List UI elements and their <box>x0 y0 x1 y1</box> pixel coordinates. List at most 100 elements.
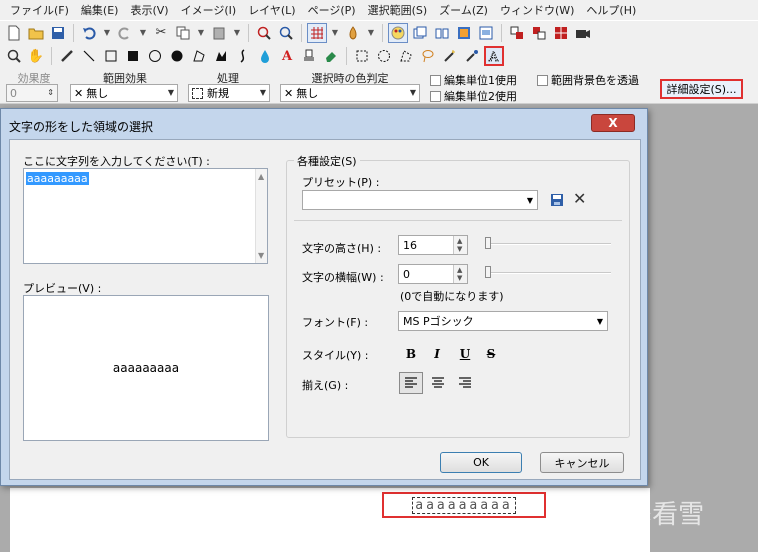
select-color-select[interactable]: ✕ 無し ▼ <box>280 84 420 102</box>
layers-icon[interactable] <box>410 23 430 43</box>
menu-window[interactable]: ウィンドウ(W) <box>494 2 580 18</box>
open-folder-icon[interactable] <box>26 23 46 43</box>
polygon-icon[interactable] <box>189 46 209 66</box>
width-input[interactable]: 0 ▲ ▼ <box>398 264 468 284</box>
align-center-button[interactable] <box>426 372 450 394</box>
grid-dropdown-icon[interactable]: ▼ <box>329 23 341 43</box>
lasso-icon[interactable] <box>418 46 438 66</box>
redo-icon[interactable] <box>115 23 135 43</box>
scroll-up-icon[interactable]: ▲ <box>258 172 264 181</box>
chevron-down-icon: ▼ <box>259 88 266 97</box>
fill-drop-icon[interactable] <box>255 46 275 66</box>
close-button[interactable]: X <box>591 114 635 132</box>
copy-icon[interactable] <box>173 23 193 43</box>
preview-window-icon[interactable] <box>476 23 496 43</box>
stamp-icon[interactable] <box>299 46 319 66</box>
rectangle-icon[interactable] <box>101 46 121 66</box>
onion-icon[interactable] <box>343 23 363 43</box>
onion-dropdown-icon[interactable]: ▼ <box>365 23 377 43</box>
hand-icon[interactable]: ✋ <box>26 46 46 66</box>
strikethrough-button[interactable]: S <box>482 345 500 363</box>
menu-page[interactable]: ページ(P) <box>302 2 362 18</box>
height-spinner[interactable]: ▲ ▼ <box>453 236 467 254</box>
delete-preset-icon[interactable]: ✕ <box>573 191 589 207</box>
menu-view[interactable]: 表示(V) <box>124 2 174 18</box>
height-slider-track[interactable] <box>485 243 611 245</box>
menu-selection[interactable]: 選択範囲(S) <box>362 2 434 18</box>
menu-file[interactable]: ファイル(F) <box>4 2 75 18</box>
filled-ellipse-icon[interactable] <box>167 46 187 66</box>
line-icon[interactable] <box>79 46 99 66</box>
layer-copy-icon[interactable] <box>529 23 549 43</box>
magic-wand-icon[interactable] <box>440 46 460 66</box>
text-select-icon[interactable]: A <box>484 46 504 66</box>
width-slider-track[interactable] <box>485 272 611 274</box>
ok-button[interactable]: OK <box>440 452 522 473</box>
align-left-button[interactable] <box>399 372 423 394</box>
align-right-button[interactable] <box>453 372 477 394</box>
height-input[interactable]: 16 ▲ ▼ <box>398 235 468 255</box>
copy-dropdown-icon[interactable]: ▼ <box>195 23 207 43</box>
eraser-icon[interactable] <box>321 46 341 66</box>
redo-dropdown-icon[interactable]: ▼ <box>137 23 149 43</box>
paste-icon[interactable] <box>209 23 229 43</box>
menu-help[interactable]: ヘルプ(H) <box>580 2 642 18</box>
filled-polygon-icon[interactable] <box>211 46 231 66</box>
magnifier-icon[interactable] <box>4 46 24 66</box>
text-input-scrollbar[interactable]: ▲ ▼ <box>255 169 267 263</box>
range-effect-select[interactable]: ✕ 無し ▼ <box>70 84 178 102</box>
paste-dropdown-icon[interactable]: ▼ <box>231 23 243 43</box>
process-select[interactable]: 新規 ▼ <box>188 84 270 102</box>
cut-icon[interactable]: ✂ <box>151 23 171 43</box>
width-slider-thumb[interactable] <box>485 266 491 278</box>
curve-icon[interactable] <box>233 46 253 66</box>
layer-grid-icon[interactable] <box>551 23 571 43</box>
filled-rectangle-icon[interactable] <box>123 46 143 66</box>
save-preset-icon[interactable] <box>549 192 565 208</box>
ellipse-icon[interactable] <box>145 46 165 66</box>
save-icon[interactable] <box>48 23 68 43</box>
ellipse-select-icon[interactable] <box>374 46 394 66</box>
text-input[interactable]: aaaaaaaaa ▲ ▼ <box>23 168 268 264</box>
dialog-title: 文字の形をした領域の選択 <box>9 120 154 134</box>
text-tool-icon[interactable]: A <box>277 46 297 66</box>
undo-icon[interactable] <box>79 23 99 43</box>
width-spinner[interactable]: ▲ ▼ <box>453 265 467 283</box>
italic-button[interactable]: I <box>428 345 446 363</box>
camera-icon[interactable] <box>573 23 593 43</box>
use-unit2-checkbox[interactable]: 編集単位2使用 <box>430 88 517 104</box>
zoom-in-icon[interactable] <box>254 23 274 43</box>
menu-image[interactable]: イメージ(I) <box>175 2 243 18</box>
layer-move-icon[interactable] <box>507 23 527 43</box>
bold-button[interactable]: B <box>402 345 420 363</box>
scroll-down-icon[interactable]: ▼ <box>258 251 264 260</box>
cancel-button[interactable]: キャンセル <box>540 452 624 473</box>
pencil-icon[interactable] <box>57 46 77 66</box>
image-view-icon[interactable] <box>454 23 474 43</box>
book-icon[interactable] <box>432 23 452 43</box>
image-canvas[interactable] <box>10 488 650 552</box>
palette-icon[interactable] <box>388 22 408 43</box>
align-center-icon <box>432 377 444 388</box>
detail-settings-button[interactable]: 詳細設定(S)... <box>660 79 743 99</box>
underline-button[interactable]: U <box>456 345 474 363</box>
transparent-bg-checkbox[interactable]: 範囲背景色を透過 <box>537 72 639 88</box>
eyedropper-icon[interactable] <box>462 46 482 66</box>
zoom-out-icon[interactable] <box>276 23 296 43</box>
checkbox-box <box>430 74 441 86</box>
polygon-select-icon[interactable] <box>396 46 416 66</box>
preset-select[interactable]: ▼ <box>302 190 538 210</box>
text-shaped-selection[interactable]: aaaaaaaaa <box>382 492 546 518</box>
undo-dropdown-icon[interactable]: ▼ <box>101 23 113 43</box>
menu-zoom[interactable]: ズーム(Z) <box>433 2 494 18</box>
menu-layer[interactable]: レイヤ(L) <box>242 2 301 18</box>
effect-strength-input[interactable]: 0 ⇕ <box>6 84 58 102</box>
grid-icon[interactable] <box>307 22 327 43</box>
use-unit1-checkbox[interactable]: 編集単位1使用 <box>430 72 517 88</box>
height-slider-thumb[interactable] <box>485 237 491 249</box>
menu-edit[interactable]: 編集(E) <box>75 2 125 18</box>
new-file-icon[interactable] <box>4 23 24 43</box>
svg-text:A: A <box>488 50 499 63</box>
rect-select-icon[interactable] <box>352 46 372 66</box>
font-select[interactable]: MS Pゴシック ▼ <box>398 311 608 331</box>
